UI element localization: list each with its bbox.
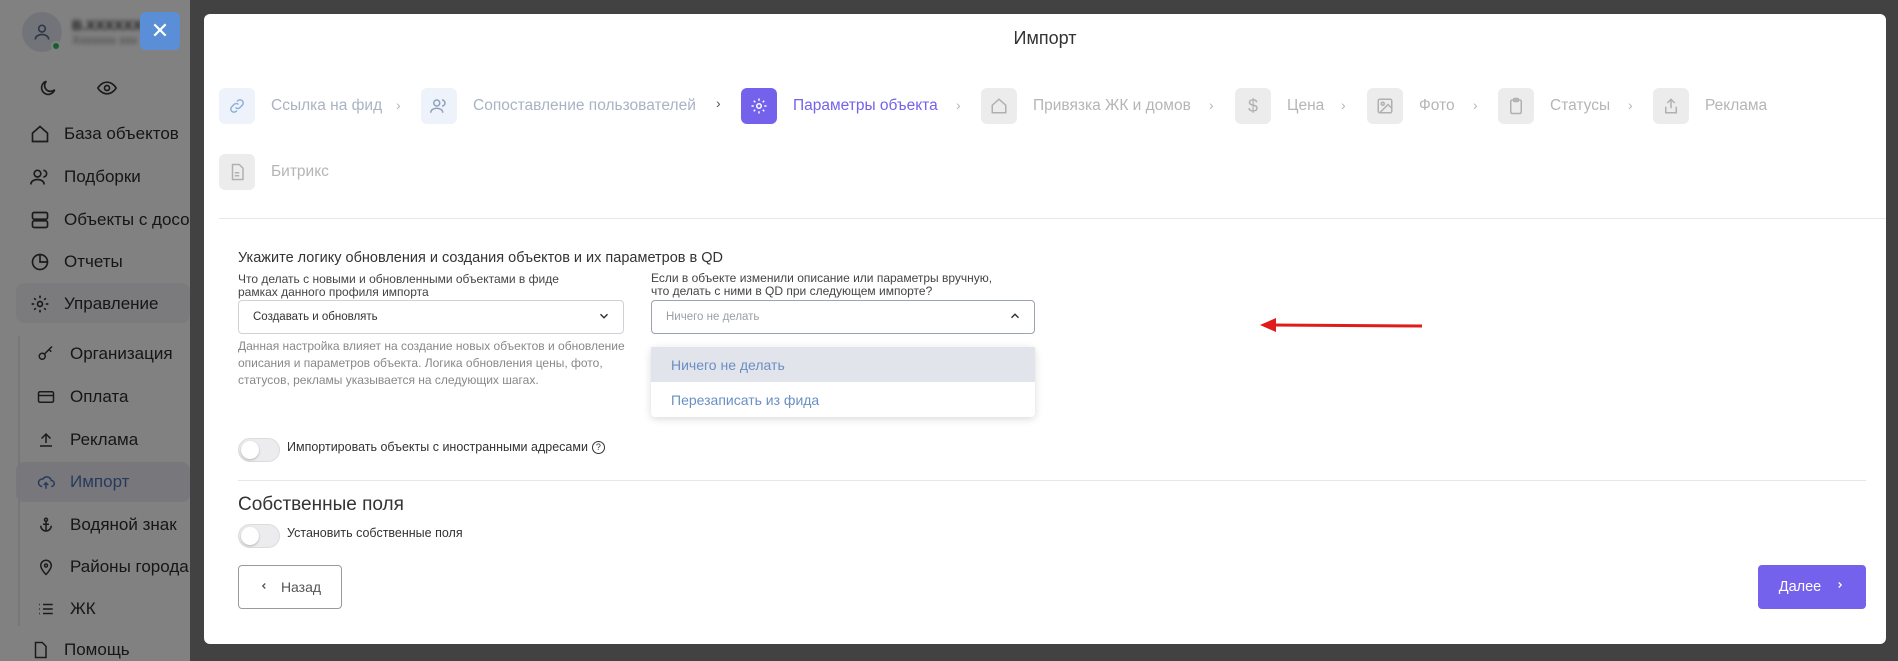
step-label: Реклама <box>1705 97 1768 114</box>
own-fields-label: Установить собственные поля <box>287 526 463 540</box>
dollar-icon: $ <box>1235 88 1271 124</box>
step-feed-link[interactable]: Ссылка на фид <box>219 88 382 124</box>
import-modal: Импорт Ссылка на фид › Сопоставление пол… <box>204 14 1886 644</box>
step-label: Ссылка на фид <box>271 97 383 114</box>
chevron-down-icon <box>597 309 611 326</box>
foreign-addresses-label: Импортировать объекты с иностранными адр… <box>287 440 605 454</box>
file-icon <box>219 154 255 190</box>
close-modal-button[interactable]: ✕ <box>140 12 180 50</box>
step-object-params[interactable]: Параметры объекта <box>741 88 938 124</box>
step-user-mapping[interactable]: Сопоставление пользователей <box>421 88 696 124</box>
chevron-left-icon <box>259 579 269 595</box>
update-logic-select[interactable]: Создавать и обновлять <box>238 300 624 334</box>
modal-title: Импорт <box>1013 28 1077 48</box>
field1-label: Что делать с новыми и обновленными объек… <box>238 272 559 299</box>
step-label: Параметры объекта <box>793 97 938 114</box>
step-label: Сопоставление пользователей <box>473 97 696 114</box>
manual-changes-dropdown: Ничего не делать Перезаписать из фида <box>651 347 1035 417</box>
share-icon <box>1653 88 1689 124</box>
step-label: Фото <box>1419 97 1455 114</box>
clipboard-icon <box>1498 88 1534 124</box>
chevron-right-icon: › <box>396 97 401 113</box>
chevron-up-icon <box>1008 309 1022 326</box>
chevron-right-icon: › <box>956 97 961 113</box>
foreign-addresses-toggle[interactable] <box>238 438 280 462</box>
chevron-right-icon: › <box>716 95 721 111</box>
own-fields-toggle[interactable] <box>238 524 280 548</box>
step-label: Статусы <box>1550 97 1611 114</box>
step-ads[interactable]: Реклама <box>1653 88 1767 124</box>
back-button[interactable]: Назад <box>238 565 342 609</box>
chevron-right-icon: › <box>1209 97 1214 113</box>
chevron-right-icon <box>1835 579 1845 595</box>
home-icon <box>981 88 1017 124</box>
chevron-right-icon: › <box>1473 97 1478 113</box>
section-heading: Укажите логику обновления и создания объ… <box>238 250 724 266</box>
next-label: Далее <box>1778 579 1822 595</box>
help-icon[interactable]: ? <box>591 440 605 454</box>
step-photo[interactable]: Фото <box>1367 88 1455 124</box>
close-icon: ✕ <box>150 18 170 43</box>
step-bitrix[interactable]: Битрикс <box>219 154 329 190</box>
step-complex-binding[interactable]: Привязка ЖК и домов <box>981 88 1191 124</box>
steps-divider <box>219 218 1886 219</box>
field2-label: Если в объекте изменили описание или пар… <box>651 271 993 298</box>
step-label: Привязка ЖК и домов <box>1033 97 1191 114</box>
field1-hint: Данная настройка влияет на создание новы… <box>238 339 625 387</box>
next-button[interactable]: Далее <box>1758 565 1866 609</box>
chevron-right-icon: › <box>1341 97 1346 113</box>
select-value: Ничего не делать <box>666 311 760 323</box>
chevron-right-icon: › <box>1628 97 1633 113</box>
back-label: Назад <box>280 579 322 595</box>
gear-icon <box>741 88 777 124</box>
step-price[interactable]: $ Цена <box>1235 88 1324 124</box>
manual-changes-select[interactable]: Ничего не делать <box>651 300 1035 334</box>
step-label: Цена <box>1287 97 1325 114</box>
red-arrow-annotation <box>1260 318 1423 332</box>
image-icon <box>1367 88 1403 124</box>
step-statuses[interactable]: Статусы <box>1498 88 1610 124</box>
section-divider <box>238 480 1866 481</box>
dropdown-option[interactable]: Перезаписать из фида <box>651 382 1035 417</box>
own-fields-title: Собственные поля <box>238 494 404 515</box>
select-value: Создавать и обновлять <box>253 311 378 323</box>
dropdown-option[interactable]: Ничего не делать <box>651 347 1035 382</box>
link-icon <box>219 88 255 124</box>
users-icon <box>421 88 457 124</box>
step-label: Битрикс <box>271 163 329 180</box>
